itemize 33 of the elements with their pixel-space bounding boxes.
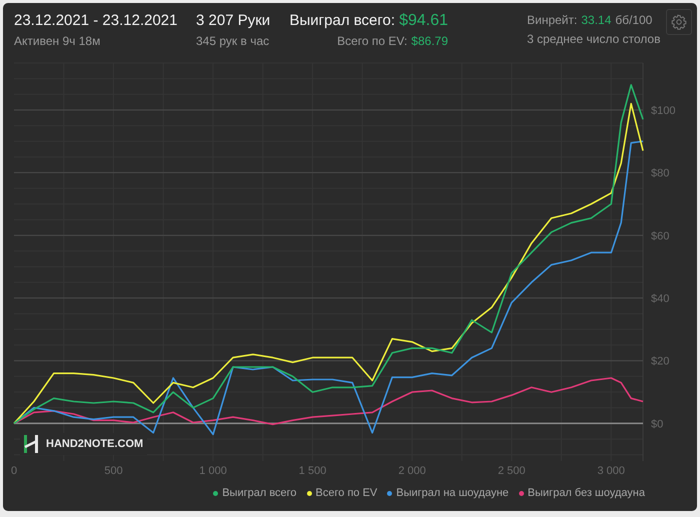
hands-count: 3 207 Руки bbox=[196, 12, 272, 30]
y-axis-label: $60 bbox=[651, 230, 670, 242]
active-time: Активен 9ч 18м bbox=[14, 33, 102, 49]
y-axis-label: $20 bbox=[651, 356, 670, 368]
legend-label: Всего по EV bbox=[316, 487, 378, 499]
x-axis-label: 1 000 bbox=[199, 465, 227, 477]
y-axis-label: $80 bbox=[651, 168, 670, 180]
average-tables: 3 среднее число столов bbox=[527, 31, 660, 47]
logo-icon bbox=[24, 435, 38, 453]
ev-value: $86.79 bbox=[411, 33, 448, 49]
legend-label: Выиграл на шоудауне bbox=[396, 487, 509, 499]
logo-text: HAND2NOTE.COM bbox=[46, 438, 144, 450]
settings-icon bbox=[671, 14, 687, 30]
ev-label: Всего по EV: bbox=[337, 33, 408, 49]
y-axis-label: $40 bbox=[651, 293, 670, 306]
legend-label: Выиграл без шоудауна bbox=[528, 487, 645, 499]
winrate-value: 33.14 bbox=[581, 12, 612, 28]
winrate-label: Винрейт: bbox=[527, 12, 578, 28]
x-axis-label: 2 500 bbox=[498, 465, 526, 477]
x-axis-label: 1 500 bbox=[298, 465, 326, 477]
won-value: $94.61 bbox=[399, 12, 448, 30]
x-axis-label: 0 bbox=[10, 465, 18, 477]
hands-per-hour: 345 рук в час bbox=[196, 33, 270, 49]
winrate-unit: бб/100 bbox=[615, 12, 652, 28]
won-label: Выиграл всего: bbox=[290, 12, 396, 30]
x-axis-label: 500 bbox=[104, 465, 123, 477]
x-axis-label: 2 000 bbox=[398, 465, 426, 477]
legend-label: Выиграл всего bbox=[222, 487, 297, 499]
y-axis-label: $100 bbox=[651, 105, 676, 117]
y-axis-label: $0 bbox=[651, 418, 664, 430]
date-range: 23.12.2021 - 23.12.2021 bbox=[14, 12, 178, 30]
x-axis-label: 3 000 bbox=[597, 465, 625, 477]
settings-button[interactable] bbox=[666, 9, 692, 35]
